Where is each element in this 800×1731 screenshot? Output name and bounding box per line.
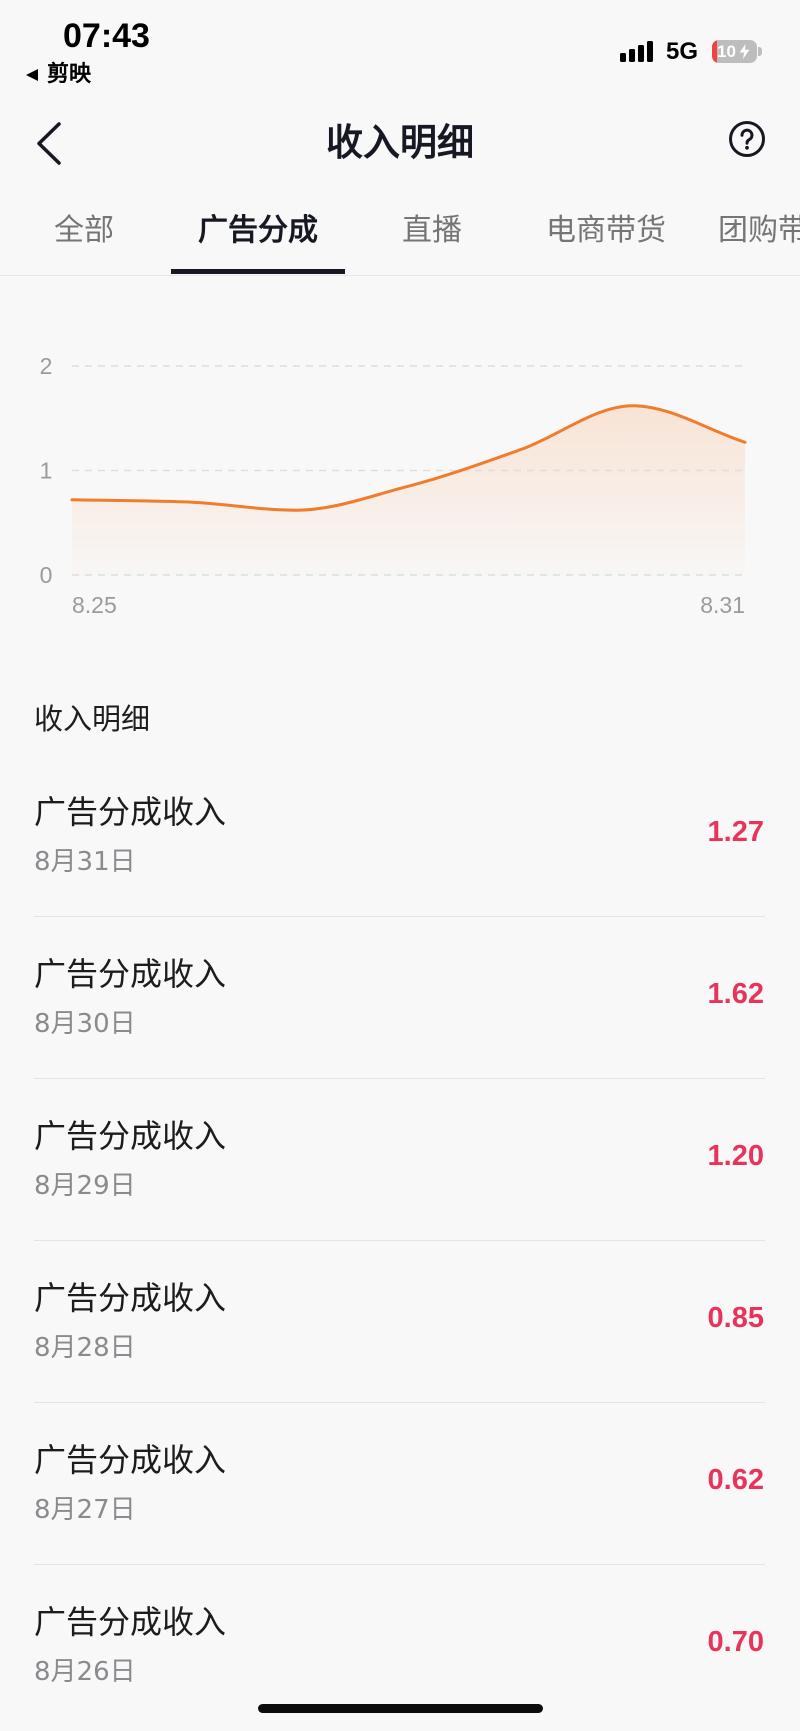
record-title: 广告分成收入 <box>34 1279 227 1317</box>
record-amount: 0.85 <box>707 1302 764 1334</box>
section-title: 收入明细 <box>34 702 151 736</box>
income-record: 广告分成收入 8月29日 1.20 <box>34 1079 765 1241</box>
record-title: 广告分成收入 <box>34 793 227 831</box>
record-date: 8月26日 <box>34 1657 136 1687</box>
active-tab-indicator <box>171 269 345 274</box>
question-circle-icon <box>729 121 765 157</box>
battery-icon: 10 <box>712 40 762 63</box>
tab-group-buying[interactable]: 团购带 <box>693 196 800 266</box>
record-amount: 0.62 <box>707 1464 764 1496</box>
record-amount: 1.20 <box>707 1140 764 1172</box>
help-button[interactable] <box>727 119 767 159</box>
y-tick-label: 2 <box>40 353 53 379</box>
record-title: 广告分成收入 <box>34 1603 227 1641</box>
category-tabs: 全部 广告分成 直播 电商带货 团购带 <box>0 196 800 276</box>
record-amount: 0.70 <box>707 1626 764 1658</box>
back-triangle-icon <box>26 69 38 81</box>
income-record: 广告分成收入 8月26日 0.70 <box>34 1565 765 1727</box>
cellular-signal-icon <box>620 40 654 62</box>
record-date: 8月29日 <box>34 1171 136 1201</box>
record-title: 广告分成收入 <box>34 1117 227 1155</box>
x-tick-label: 8.31 <box>700 592 745 618</box>
charging-bolt-icon <box>739 44 750 59</box>
tab-label: 全部 <box>54 213 114 248</box>
income-records-list: 广告分成收入 8月31日 1.27 广告分成收入 8月30日 1.62 广告分成… <box>34 755 765 1727</box>
tab-label: 广告分成 <box>198 213 318 248</box>
back-to-app-button[interactable]: 剪映 <box>26 63 91 87</box>
back-app-label: 剪映 <box>47 62 92 87</box>
tab-all[interactable]: 全部 <box>0 196 171 266</box>
battery-level-fill <box>712 40 717 63</box>
x-tick-label: 8.25 <box>72 592 117 618</box>
record-amount: 1.62 <box>707 978 764 1010</box>
chart-area-fill <box>72 405 745 575</box>
record-date: 8月27日 <box>34 1495 136 1525</box>
page-title: 收入明细 <box>326 121 474 164</box>
y-tick-label: 1 <box>40 458 53 484</box>
tab-label: 团购带 <box>718 213 800 248</box>
tab-label: 电商带货 <box>546 213 666 248</box>
tab-ad-revenue-share[interactable]: 广告分成 <box>171 196 345 274</box>
y-tick-label: 0 <box>40 562 53 588</box>
home-indicator[interactable] <box>258 1704 543 1713</box>
tab-label: 直播 <box>402 213 462 248</box>
status-time: 07:43 <box>63 17 150 55</box>
record-amount: 1.27 <box>707 816 764 848</box>
record-date: 8月31日 <box>34 847 136 877</box>
income-trend-chart: 0 1 2 8.25 8.31 <box>40 353 747 618</box>
income-record: 广告分成收入 8月31日 1.27 <box>34 755 765 917</box>
income-record: 广告分成收入 8月27日 0.62 <box>34 1403 765 1565</box>
network-type: 5G <box>666 38 699 65</box>
income-record: 广告分成收入 8月28日 0.85 <box>34 1241 765 1403</box>
battery-percentage: 10 <box>717 42 736 61</box>
record-title: 广告分成收入 <box>34 1441 227 1479</box>
income-record: 广告分成收入 8月30日 1.62 <box>34 917 765 1079</box>
record-date: 8月28日 <box>34 1333 136 1363</box>
record-title: 广告分成收入 <box>34 955 227 993</box>
record-date: 8月30日 <box>34 1009 136 1039</box>
tab-ecommerce[interactable]: 电商带货 <box>519 196 693 266</box>
tab-live[interactable]: 直播 <box>345 196 519 266</box>
